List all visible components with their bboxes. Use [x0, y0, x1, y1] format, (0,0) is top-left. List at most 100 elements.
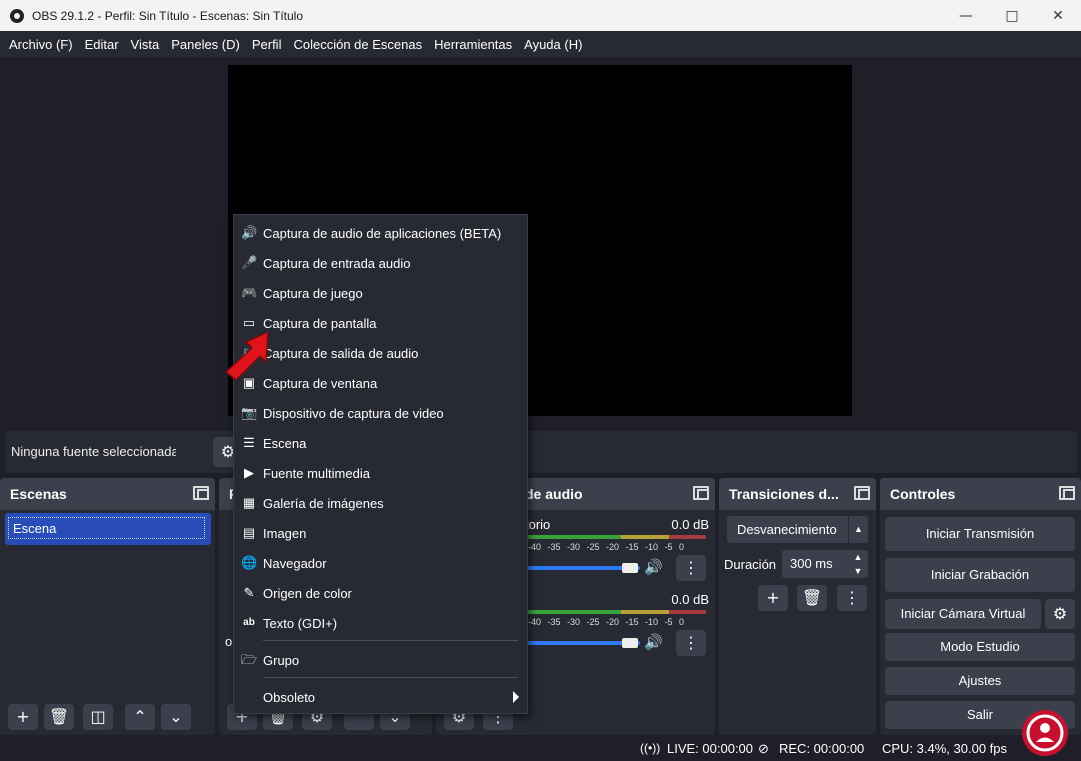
dock-float-icon[interactable]: [693, 486, 709, 500]
studio-mode-button[interactable]: Modo Estudio: [885, 633, 1075, 661]
rec-icon: ⊘: [758, 741, 769, 756]
window-title: OBS 29.1.2 - Perfil: Sin Título - Escena…: [32, 8, 304, 23]
submenu-arrow-icon: [513, 691, 519, 703]
menu-archivo[interactable]: Archivo (F): [3, 37, 79, 52]
dock-float-icon[interactable]: [1059, 486, 1075, 500]
add-source-context-menu: 🔊 Captura de audio de aplicaciones (BETA)…: [233, 214, 528, 714]
menu-editar[interactable]: Editar: [79, 37, 125, 52]
camera-icon: 📷: [241, 405, 258, 420]
scene-item[interactable]: Escena: [5, 513, 211, 545]
mixer-menu-button[interactable]: ⋮: [676, 630, 706, 656]
menu-item-image-slideshow[interactable]: ▦ Galería de imágenes: [234, 488, 527, 518]
mixer-channel-name: torio: [525, 517, 551, 532]
menubar: Archivo (F) Editar Vista Paneles (D) Per…: [0, 31, 1081, 57]
controls-title: Controles: [880, 478, 1081, 510]
status-bar: ((•)) LIVE: 00:00:00 ⊘ REC: 00:00:00 CPU…: [0, 738, 1081, 761]
volume-slider-knob[interactable]: [622, 638, 638, 648]
mixer-menu-button[interactable]: ⋮: [676, 555, 706, 581]
mixer-channel-db: 0.0 dB: [671, 517, 709, 532]
remove-transition-button[interactable]: 🗑: [797, 585, 827, 611]
menu-item-game-capture[interactable]: 🎮 Captura de juego: [234, 278, 527, 308]
volume-meter-yellow: [621, 535, 669, 539]
slideshow-icon: ▦: [242, 495, 256, 510]
text-icon: ab: [243, 617, 255, 628]
menu-item-app-audio-capture[interactable]: 🔊 Captura de audio de aplicaciones (BETA): [234, 218, 527, 248]
settings-button[interactable]: Ajustes: [885, 667, 1075, 695]
duration-label: Duración: [724, 557, 777, 572]
microphone-icon: 🎤: [241, 255, 258, 270]
volume-meter-red: [669, 535, 706, 539]
transition-menu-button[interactable]: ⋮: [837, 585, 867, 611]
remove-scene-button[interactable]: 🗑: [44, 704, 74, 730]
menu-item-audio-input-capture[interactable]: 🎤 Captura de entrada audio: [234, 248, 527, 278]
globe-icon: 🌐: [241, 555, 258, 570]
start-recording-button[interactable]: Iniciar Grabación: [885, 558, 1075, 592]
red-arrow-icon: [224, 330, 269, 382]
spinner-icon[interactable]: ▲ ▼: [850, 550, 866, 578]
sources-partial-text: o: [225, 634, 233, 649]
move-scene-down-button[interactable]: ⌄: [161, 704, 191, 730]
menu-item-scene[interactable]: ☰ Escena: [234, 428, 527, 458]
no-source-label: Ninguna fuente seleccionada: [11, 444, 176, 459]
duration-input[interactable]: 300 ms ▲ ▼: [782, 550, 868, 578]
start-streaming-button[interactable]: Iniciar Transmisión: [885, 517, 1075, 551]
menu-item-group[interactable]: 🗁 Grupo: [234, 645, 527, 675]
add-transition-button[interactable]: +: [758, 585, 788, 611]
volume-slider-knob[interactable]: [622, 563, 638, 573]
start-virtual-camera-button[interactable]: Iniciar Cámara Virtual: [885, 599, 1041, 629]
chevron-updown-icon: ▲: [848, 516, 868, 543]
volume-meter-yellow: [621, 610, 669, 614]
menu-item-text-gdi[interactable]: ab Texto (GDI+): [234, 608, 527, 638]
app-audio-icon: 🔊: [241, 225, 258, 240]
scenes-title: Escenas: [0, 478, 215, 510]
menu-coleccion-escenas[interactable]: Colección de Escenas: [287, 37, 428, 52]
scene-filters-button[interactable]: ◫: [83, 704, 113, 730]
menu-herramientas[interactable]: Herramientas: [428, 37, 518, 52]
volume-meter-red: [669, 610, 706, 614]
menu-ayuda[interactable]: Ayuda (H): [518, 37, 588, 52]
duration-value: 300 ms: [790, 556, 833, 571]
scenes-dock: Escenas Escena + 🗑 ◫ ⌃ ⌄: [0, 478, 215, 735]
volume-meter: [525, 610, 621, 614]
menu-vista[interactable]: Vista: [125, 37, 166, 52]
dock-float-icon[interactable]: [193, 486, 209, 500]
menu-perfil[interactable]: Perfil: [246, 37, 288, 52]
list-icon: ☰: [243, 435, 255, 450]
window-titlebar: OBS 29.1.2 - Perfil: Sin Título - Escena…: [0, 0, 1081, 31]
add-scene-button[interactable]: +: [8, 704, 38, 730]
mixer-channel-db: 0.0 dB: [671, 592, 709, 607]
scene-item-label: Escena: [8, 517, 205, 539]
rec-status: REC: 00:00:00: [779, 741, 865, 756]
virtual-camera-settings-button[interactable]: ⚙: [1045, 599, 1075, 629]
move-scene-up-button[interactable]: ⌃: [125, 704, 155, 730]
menu-item-color-source[interactable]: ✎ Origen de color: [234, 578, 527, 608]
minimize-button[interactable]: —: [943, 0, 989, 31]
menu-item-video-capture-device[interactable]: 📷 Dispositivo de captura de video: [234, 398, 527, 428]
maximize-button[interactable]: □: [989, 0, 1035, 31]
menu-item-deprecated[interactable]: Obsoleto: [234, 682, 527, 712]
meter-ticks: -40 -35 -30 -25 -20 -15 -10 -5 0: [528, 542, 685, 552]
gamepad-icon: 🎮: [241, 285, 258, 300]
brush-icon: ✎: [243, 585, 255, 600]
transition-select[interactable]: Desvanecimiento ▲: [727, 516, 868, 543]
speaker-icon[interactable]: 🔊: [644, 558, 663, 576]
live-signal-icon: ((•)): [640, 741, 661, 755]
cpu-status: CPU: 3.4%, 30.00 fps: [882, 741, 1008, 756]
menu-item-browser[interactable]: 🌐 Navegador: [234, 548, 527, 578]
source-toolbar: Ninguna fuente seleccionada ⚙: [5, 431, 1077, 473]
dock-float-icon[interactable]: [854, 486, 870, 500]
transitions-title: Transiciones d...: [719, 478, 876, 510]
menu-paneles[interactable]: Paneles (D): [165, 37, 246, 52]
volume-meter: [525, 535, 621, 539]
menu-separator: [263, 677, 518, 678]
live-status: LIVE: 00:00:00: [667, 741, 754, 756]
menu-item-image[interactable]: ▤ Imagen: [234, 518, 527, 548]
play-icon: ▶: [244, 465, 254, 480]
folder-icon: 🗁: [241, 652, 258, 667]
menu-item-media-source[interactable]: ▶ Fuente multimedia: [234, 458, 527, 488]
close-button[interactable]: ✕: [1035, 0, 1081, 31]
speaker-icon[interactable]: 🔊: [644, 633, 663, 651]
transition-select-value: Desvanecimiento: [737, 522, 837, 537]
meter-ticks: -40 -35 -30 -25 -20 -15 -10 -5 0: [528, 617, 685, 627]
image-icon: ▤: [242, 525, 256, 540]
